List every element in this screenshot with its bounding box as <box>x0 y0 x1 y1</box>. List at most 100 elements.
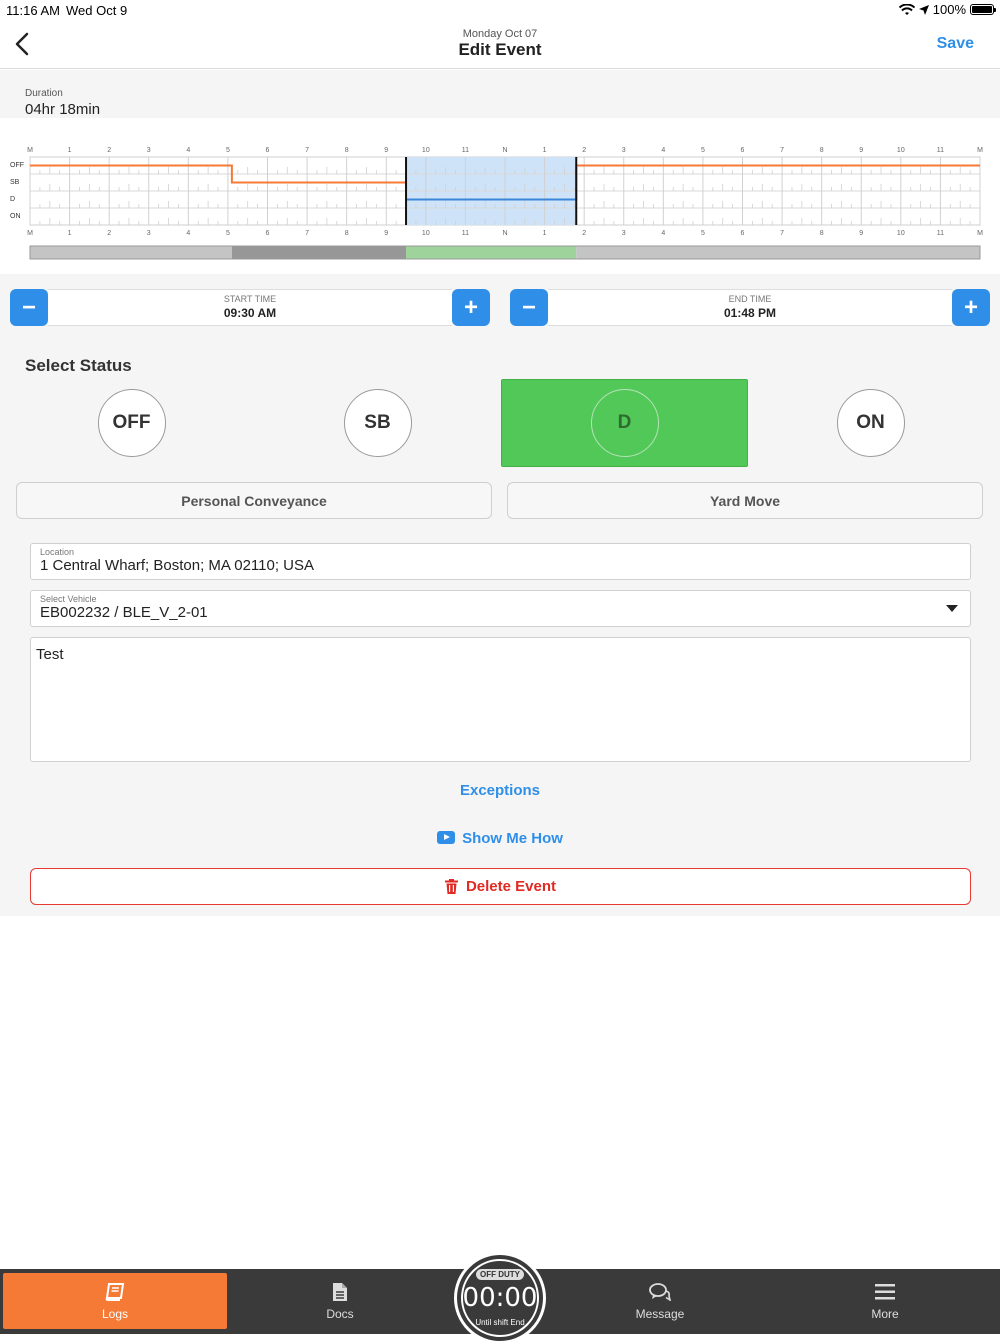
hour-label-top: 4 <box>661 147 665 154</box>
status-bar: 11:16 AM Wed Oct 9 100% <box>0 0 1000 20</box>
exceptions-link[interactable]: Exceptions <box>0 782 1000 799</box>
hour-label-bottom: 3 <box>622 230 626 237</box>
hour-label-bottom: M <box>27 230 33 237</box>
hour-label-top: 7 <box>305 147 309 154</box>
row-label-d: D <box>10 196 15 203</box>
hour-label-bottom: N <box>502 230 507 237</box>
vehicle-select[interactable]: Select Vehicle EB002232 / BLE_V_2-01 <box>30 590 971 627</box>
hour-label-top: 11 <box>937 147 944 154</box>
status-strip-segment <box>30 246 232 259</box>
vehicle-label: Select Vehicle <box>40 594 97 604</box>
hour-label-bottom: 8 <box>820 230 824 237</box>
end-time-field[interactable]: END TIME 01:48 PM <box>548 289 952 326</box>
tab-logs[interactable]: Logs <box>3 1273 227 1329</box>
row-label-off: OFF <box>10 162 24 169</box>
notes-value: Test <box>36 646 64 663</box>
hour-label-top: 6 <box>266 147 270 154</box>
hour-label-top: M <box>977 147 983 154</box>
status-option-sb[interactable]: SB <box>254 379 501 467</box>
location-arrow-icon <box>918 4 929 15</box>
end-time-minus-button[interactable]: − <box>510 289 548 326</box>
hour-label-bottom: 10 <box>897 230 905 237</box>
hour-label-bottom: 9 <box>384 230 388 237</box>
tab-message[interactable]: Message <box>548 1273 772 1329</box>
status-option-on[interactable]: ON <box>747 379 994 467</box>
row-label-sb: SB <box>10 179 20 186</box>
location-value: 1 Central Wharf; Boston; MA 02110; USA <box>40 557 315 574</box>
shift-clock[interactable]: OFF DUTY 00:00 Until shift End <box>454 1252 546 1344</box>
tab-message-label: Message <box>635 1307 685 1321</box>
message-icon <box>649 1281 671 1303</box>
log-graph[interactable]: OFF SB D ON M M 1 1 2 2 3 3 4 4 5 5 6 6 7 7 8 8 9 9 10 10 11 11 N N 1 1… <box>0 118 1000 274</box>
select-status-title: Select Status <box>25 356 132 375</box>
status-option-off[interactable]: OFF <box>8 379 255 467</box>
hour-label-bottom: 5 <box>701 230 705 237</box>
duty-status-badge: OFF DUTY <box>476 1269 524 1280</box>
notes-textarea[interactable]: Test <box>30 637 971 762</box>
start-time-label: START TIME <box>223 294 277 304</box>
battery-percent: 100% <box>932 2 966 17</box>
battery-icon <box>970 4 996 15</box>
status-d-circle: D <box>590 389 659 457</box>
wifi-icon <box>898 3 915 15</box>
row-label-on: ON <box>10 213 21 220</box>
hour-label-top: 3 <box>147 147 151 154</box>
start-time-plus-button[interactable]: + <box>452 289 490 326</box>
hour-label-bottom: 6 <box>266 230 270 237</box>
hour-label-bottom: 11 <box>462 230 469 237</box>
status-time: 11:16 AM <box>6 3 60 18</box>
hour-label-bottom: 7 <box>305 230 309 237</box>
status-on-circle: ON <box>836 389 905 457</box>
log-graph-svg[interactable]: OFFSBDONMM11223344556677889910101111NN11… <box>0 118 1000 274</box>
hour-label-top: 8 <box>345 147 349 154</box>
shift-clock-caption: Until shift End <box>475 1318 525 1327</box>
nav-subtitle: Monday Oct 07 <box>462 28 538 40</box>
duration-label: Duration <box>25 88 63 99</box>
show-me-how-link[interactable]: Show Me How <box>0 830 1000 847</box>
status-right: 100% <box>898 2 996 17</box>
end-time-plus-button[interactable]: + <box>952 289 990 326</box>
docs-icon <box>332 1281 348 1303</box>
start-time-stepper: − START TIME 09:30 AM + <box>10 289 490 326</box>
hour-label-top: 8 <box>820 147 824 154</box>
hour-label-top: 3 <box>622 147 626 154</box>
hour-label-top: 2 <box>107 147 111 154</box>
tab-docs-label: Docs <box>326 1307 354 1321</box>
tab-docs[interactable]: Docs <box>228 1273 452 1329</box>
personal-conveyance-button[interactable]: Personal Conveyance <box>16 482 492 519</box>
video-play-icon <box>437 831 456 844</box>
delete-event-label: Delete Event <box>465 878 557 895</box>
end-time-stepper: − END TIME 01:48 PM + <box>510 289 990 326</box>
yard-move-button[interactable]: Yard Move <box>507 482 983 519</box>
end-time-label: END TIME <box>728 294 772 304</box>
shift-clock-time: 00:00 <box>462 1283 538 1313</box>
location-label: Location <box>40 547 75 557</box>
hour-label-top: 2 <box>582 147 586 154</box>
save-button[interactable]: Save <box>937 35 974 53</box>
hour-label-top: 9 <box>384 147 388 154</box>
status-strip-segment <box>231 246 407 259</box>
hour-label-top: M <box>27 147 33 154</box>
start-time-minus-button[interactable]: − <box>10 289 48 326</box>
logs-icon <box>105 1281 125 1303</box>
hour-label-top: 10 <box>422 147 430 154</box>
hour-label-bottom: 10 <box>422 230 430 237</box>
hour-label-bottom: 5 <box>226 230 230 237</box>
hour-label-bottom: 7 <box>780 230 784 237</box>
hour-label-top: 1 <box>68 147 72 154</box>
start-time-field[interactable]: START TIME 09:30 AM <box>48 289 452 326</box>
delete-event-button[interactable]: Delete Event <box>30 868 971 905</box>
status-off-circle: OFF <box>97 389 166 457</box>
caret-down-icon <box>946 605 958 612</box>
hour-label-top: 1 <box>543 147 547 154</box>
hour-label-bottom: 6 <box>741 230 745 237</box>
status-date: Wed Oct 9 <box>66 3 128 18</box>
end-time-value: 01:48 PM <box>723 306 777 320</box>
hour-label-top: 5 <box>226 147 230 154</box>
tab-more[interactable]: More <box>773 1273 997 1329</box>
start-time-value: 09:30 AM <box>223 306 277 320</box>
hour-label-bottom: 11 <box>937 230 944 237</box>
location-field[interactable]: Location 1 Central Wharf; Boston; MA 021… <box>30 543 971 580</box>
hour-label-bottom: 9 <box>859 230 863 237</box>
status-option-d[interactable]: D <box>501 379 748 467</box>
